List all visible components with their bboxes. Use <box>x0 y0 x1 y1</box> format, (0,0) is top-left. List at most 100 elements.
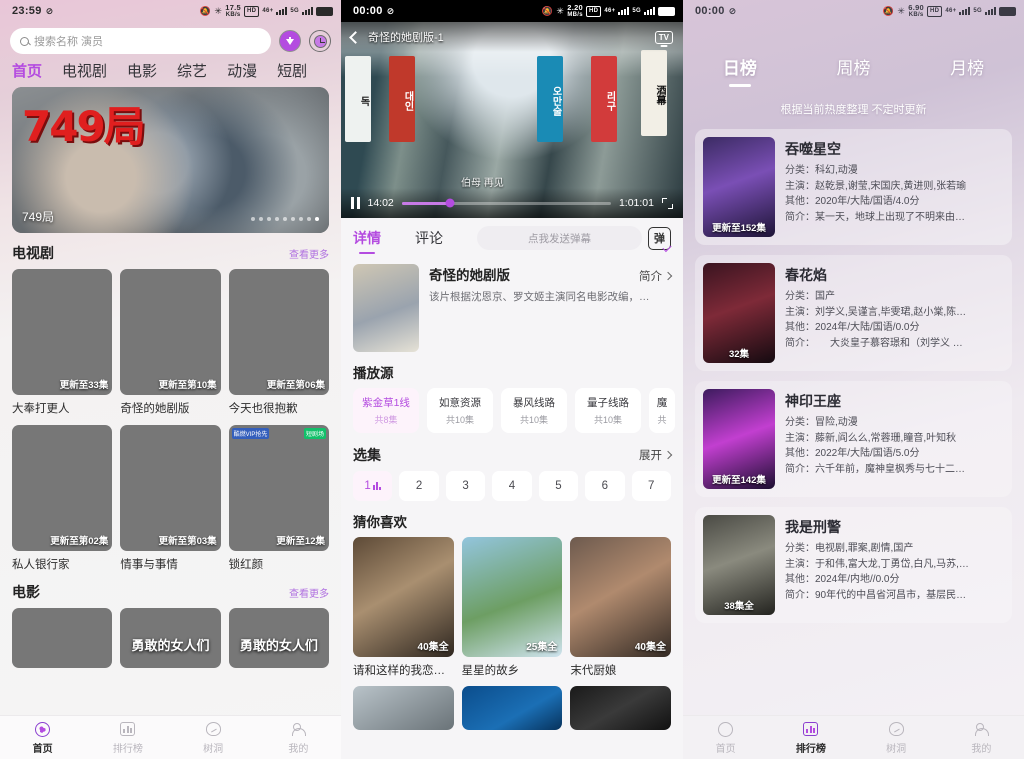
episode-badge: 更新至第06集 <box>266 380 325 391</box>
seek-bar[interactable] <box>401 198 611 208</box>
duration: 1:01:01 <box>618 197 654 209</box>
download-circle-icon[interactable] <box>279 30 301 52</box>
recommend-card[interactable]: 40集全 请和这样的我恋… <box>353 537 454 678</box>
source-chip[interactable]: 紫金草1线 共8集 <box>353 388 419 433</box>
channel-corner-badge: 短剧场 <box>303 428 326 439</box>
danmaku-toggle-icon[interactable]: 弹 <box>648 226 671 250</box>
tab-shouye[interactable]: 首页 <box>12 60 42 81</box>
recommend-card[interactable]: 25集全 星星的故乡 <box>461 537 563 678</box>
poster-title: 私人银行家 <box>12 559 70 571</box>
back-icon[interactable] <box>349 30 362 44</box>
tabbar-item-treehole[interactable]: 树洞 <box>171 721 256 755</box>
ranking-item-other: 其他：2020年/大陆/国语/4.0分 <box>785 196 920 207</box>
tab-duanju[interactable]: 短剧 <box>277 60 307 81</box>
poster-card[interactable]: 更新至第10集 奇怪的她剧版 <box>120 269 221 416</box>
source-chip[interactable]: 魔 共 <box>649 388 675 433</box>
section-more-link[interactable]: 查看更多 <box>289 246 329 261</box>
tabbar-item-treehole[interactable]: 树洞 <box>854 721 939 755</box>
video-title: 奇怪的她剧版-1 <box>368 32 444 44</box>
battery-icon <box>316 6 333 16</box>
tabbar-label: 排行榜 <box>795 743 826 755</box>
danmaku-input[interactable]: 点我发送弹幕 <box>477 226 642 250</box>
category-tabs: 首页 电视剧 电影 综艺 动漫 短剧 <box>0 58 341 87</box>
tab-dianshiju[interactable]: 电视剧 <box>62 60 107 81</box>
episode-chip[interactable]: 6 <box>585 471 625 501</box>
tab-weekly-rank[interactable]: 周榜 <box>797 54 911 79</box>
poster-thumbnail: 38集全 <box>703 515 775 615</box>
tabbar-item-mine[interactable]: 我的 <box>256 721 341 755</box>
section-more-link[interactable]: 查看更多 <box>289 585 329 600</box>
poster-card[interactable]: 勇敢的女人们 <box>228 608 329 668</box>
episode-chip[interactable]: 2 <box>399 471 439 501</box>
poster-art-title: 勇敢的女人们 <box>239 638 318 653</box>
ranking-item-category: 分类：国产 <box>785 291 835 302</box>
tabbar-label: 我的 <box>288 743 309 755</box>
show-intro-link[interactable]: 简介 <box>639 268 673 284</box>
recommend-title: 末代厨娘 <box>570 665 617 677</box>
tabbar-item-mine[interactable]: 我的 <box>939 721 1024 755</box>
episode-badge: 更新至33集 <box>59 380 109 391</box>
poster-card[interactable]: 勇敢的女人们 <box>120 608 221 668</box>
tab-dianying[interactable]: 电影 <box>127 60 157 81</box>
ranking-item-title: 春花焰 <box>785 267 827 283</box>
tab-monthly-rank[interactable]: 月榜 <box>910 54 1024 79</box>
search-input[interactable]: 搜索名称 演员 <box>10 28 271 54</box>
episode-chip[interactable]: 3 <box>445 471 486 501</box>
episode-badge: 40集全 <box>417 642 449 653</box>
poster-card[interactable] <box>12 608 113 668</box>
poster-card[interactable]: 更新至第03集 情事与事情 <box>120 425 221 572</box>
banner-dots[interactable] <box>251 217 319 221</box>
bluetooth-icon: ✳ <box>214 5 223 16</box>
source-chip-row[interactable]: 紫金草1线 共8集 如意资源 共10集 暴风线路 共10集 量子线路 共10集 … <box>341 388 683 433</box>
vip-corner-badge: 酷燃VIP抢先 <box>231 428 270 439</box>
recommend-card[interactable] <box>461 686 563 730</box>
poster-card[interactable]: 酷燃VIP抢先 短剧场 更新至12集 锁红颜 <box>228 425 329 572</box>
tabbar-item-home[interactable]: 首页 <box>683 721 768 755</box>
ranking-item-title: 吞噬星空 <box>785 141 841 157</box>
source-name: 量子线路 <box>587 397 629 409</box>
ranking-list-item[interactable]: 38集全 我是刑警 分类：电视剧,罪案,剧情,国产 主演：于和伟,富大龙,丁勇岱… <box>695 507 1012 623</box>
poster-card[interactable]: 更新至第02集 私人银行家 <box>12 425 113 572</box>
source-chip[interactable]: 量子线路 共10集 <box>575 388 641 433</box>
recommend-card[interactable] <box>353 686 454 730</box>
poster-card[interactable]: 更新至33集 大奉打更人 <box>12 269 113 416</box>
scene-sign: 독 <box>345 56 371 142</box>
hero-banner[interactable]: 749局 749局 <box>12 87 329 233</box>
ranking-list-item[interactable]: 更新至152集 吞噬星空 分类：科幻,动漫 主演：赵乾景,谢莹,宋国庆,黄进则,… <box>695 129 1012 245</box>
ranking-list-item[interactable]: 更新至142集 神印王座 分类：冒险,动漫 主演：藤新,阎么么,常蓉珊,瞳音,叶… <box>695 381 1012 497</box>
tab-daily-rank[interactable]: 日榜 <box>683 54 797 79</box>
tabbar-item-ranking[interactable]: 排行榜 <box>768 721 853 755</box>
ranking-list-item[interactable]: 32集 春花焰 分类：国产 主演：刘学义,吴谨言,毕雯珺,赵小棠,陈… 其他：2… <box>695 255 1012 371</box>
source-count: 共10集 <box>445 415 474 425</box>
recommend-card[interactable] <box>570 686 671 730</box>
pause-button[interactable] <box>351 197 360 209</box>
episode-badge: 更新至第02集 <box>50 536 109 547</box>
episode-chip[interactable]: 4 <box>492 471 532 501</box>
episode-chip[interactable]: 7 <box>631 471 671 501</box>
show-summary-row: 奇怪的她剧版 简介 该片根据沈恩京、罗文姬主演同名电影改编，… <box>341 256 683 352</box>
search-placeholder: 搜索名称 演员 <box>34 36 104 48</box>
recommend-card[interactable]: 40集全 末代厨娘 <box>570 537 671 678</box>
episodes-expand-link[interactable]: 展开 <box>639 447 673 463</box>
show-poster[interactable] <box>353 264 419 352</box>
three-screenshot-montage: 23:59 ⊘ 🔕 ✳ 17.5KB/s HD 46+ 5G 搜索名称 演员 <box>0 0 1024 759</box>
tabbar-item-ranking[interactable]: 排行榜 <box>85 721 170 755</box>
episode-chip[interactable]: 5 <box>538 471 579 501</box>
episodes-heading-row: 选集 展开 <box>341 433 683 471</box>
source-chip[interactable]: 如意资源 共10集 <box>427 388 493 433</box>
sim1-label: 46+ <box>945 8 957 14</box>
cast-tv-icon[interactable]: TV <box>654 30 673 44</box>
video-player[interactable]: 독 대인 오만술 리구 酒幕 奇怪的她剧版-1 TV 伯母 再见 14:02 1… <box>341 22 683 218</box>
bell-off-icon: 🔕 <box>199 5 212 16</box>
tab-details[interactable]: 详情 <box>353 228 381 248</box>
tab-zongyi[interactable]: 综艺 <box>177 60 207 81</box>
tabbar-item-home[interactable]: 首页 <box>0 721 85 755</box>
episode-chip[interactable]: 1 <box>353 471 393 501</box>
tab-comments[interactable]: 评论 <box>415 228 443 248</box>
source-chip[interactable]: 暴风线路 共10集 <box>501 388 567 433</box>
tab-dongman[interactable]: 动漫 <box>227 60 257 81</box>
fullscreen-icon[interactable] <box>662 197 673 209</box>
history-clock-icon[interactable] <box>309 30 331 52</box>
poster-card[interactable]: 更新至第06集 今天也很抱歉 <box>228 269 329 416</box>
hd-icon: HD <box>244 5 260 17</box>
